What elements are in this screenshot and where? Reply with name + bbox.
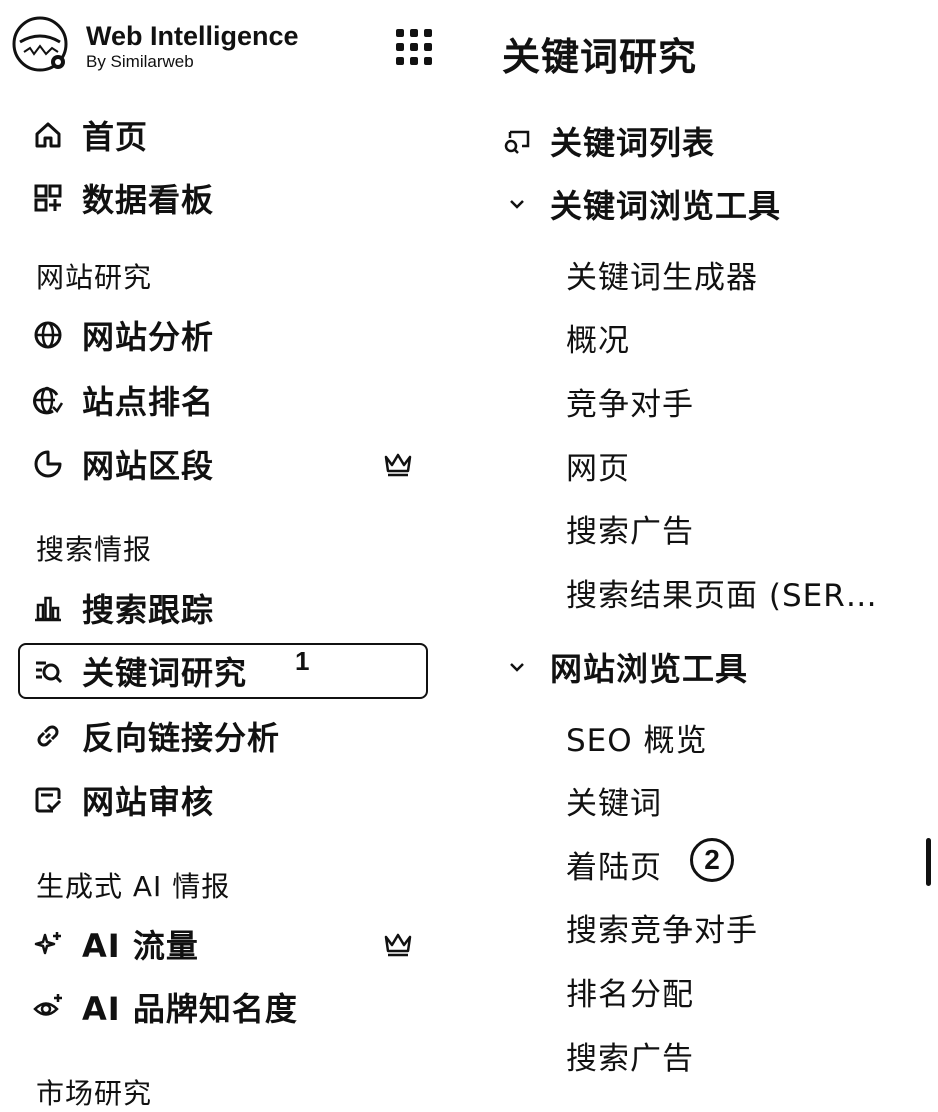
submenu-item-seo-overview[interactable]: SEO 概览 (566, 715, 708, 760)
group-label: 网站浏览工具 (550, 650, 749, 688)
submenu-item-competitors[interactable]: 竞争对手 (566, 379, 694, 424)
submenu-item-search-competitors[interactable]: 搜索竞争对手 (566, 905, 758, 950)
section-title-website-research: 网站研究 (36, 261, 153, 294)
submenu-item-search-ads-2[interactable]: 搜索广告 (566, 1033, 694, 1078)
nav-item-label: 关键词研究 (82, 654, 248, 692)
section-title-market-research: 市场研究 (36, 1077, 153, 1110)
nav-item-label: 搜索跟踪 (82, 591, 215, 629)
nav-item-label: 网站区段 (82, 447, 215, 485)
panel-title: 关键词研究 (502, 35, 698, 79)
dashboard-icon (32, 182, 64, 214)
app-switcher-icon[interactable] (396, 29, 432, 65)
sparkle-icon (32, 928, 64, 960)
annotation-badge-1: 1 (295, 646, 310, 676)
submenu-item-webpages[interactable]: 网页 (566, 443, 630, 488)
list-search-icon (502, 126, 532, 156)
nav-item-label: 反向链接分析 (82, 719, 281, 757)
submenu-item-keyword-generator[interactable]: 关键词生成器 (566, 252, 758, 297)
nav-item-dashboard[interactable]: 数据看板 (32, 175, 214, 221)
nav-item-website-analysis[interactable]: 网站分析 (32, 312, 214, 358)
annotation-badge-2: 2 (690, 838, 734, 882)
similarweb-logo (12, 16, 68, 72)
audit-icon (32, 784, 64, 816)
crown-icon (382, 451, 414, 479)
keyword-search-icon (32, 655, 64, 687)
nav-item-site-ranking[interactable]: 站点排名 (32, 377, 214, 423)
nav-item-home[interactable]: 首页 (32, 112, 148, 158)
globe-rank-icon (32, 384, 64, 416)
group-label: 关键词浏览工具 (550, 187, 782, 225)
nav-item-label: 首页 (82, 118, 149, 156)
nav-item-label: 数据看板 (82, 181, 215, 219)
section-title-generative-ai: 生成式 AI 情报 (36, 870, 231, 903)
chevron-down-icon (502, 189, 532, 219)
nav-item-label: AI 品牌知名度 (82, 990, 298, 1028)
nav-item-label: 网站分析 (82, 318, 215, 356)
nav-item-label: AI 流量 (82, 927, 199, 965)
submenu-item-search-ads[interactable]: 搜索广告 (566, 506, 694, 551)
nav-item-backlink-analysis[interactable]: 反向链接分析 (32, 713, 280, 759)
keyword-list-link[interactable]: 关键词列表 (502, 118, 715, 164)
pie-chart-icon (32, 448, 64, 480)
group-toggle-website-tools[interactable]: 网站浏览工具 (502, 644, 748, 690)
group-toggle-keyword-tools[interactable]: 关键词浏览工具 (502, 181, 781, 227)
nav-item-keyword-research[interactable]: 关键词研究 (32, 648, 247, 694)
globe-icon (32, 319, 64, 351)
link-icon (32, 720, 64, 752)
chevron-down-icon (502, 652, 532, 682)
submenu-item-keywords[interactable]: 关键词 (566, 778, 662, 823)
submenu-item-overview[interactable]: 概况 (566, 315, 630, 360)
section-title-search-intelligence: 搜索情报 (36, 533, 153, 566)
nav-item-ai-traffic[interactable]: AI 流量 (32, 921, 199, 967)
nav-item-website-segments[interactable]: 网站区段 (32, 441, 214, 487)
bar-chart-icon (32, 592, 64, 624)
submenu-item-ranking-distribution[interactable]: 排名分配 (566, 969, 694, 1014)
brand-subtitle: By Similarweb (86, 52, 194, 71)
home-icon (32, 119, 64, 151)
scrollbar[interactable] (926, 838, 931, 886)
crown-icon (382, 931, 414, 959)
brand-title: Web Intelligence (86, 21, 299, 51)
nav-item-search-tracking[interactable]: 搜索跟踪 (32, 585, 214, 631)
eye-sparkle-icon (32, 991, 64, 1023)
nav-item-site-audit[interactable]: 网站审核 (32, 777, 214, 823)
keyword-list-label: 关键词列表 (550, 124, 716, 162)
nav-item-label: 站点排名 (82, 383, 215, 421)
submenu-item-landing-pages[interactable]: 着陆页 (566, 842, 662, 887)
submenu-item-serp[interactable]: 搜索结果页面 (SER… (566, 570, 878, 615)
nav-item-ai-brand-awareness[interactable]: AI 品牌知名度 (32, 984, 298, 1030)
nav-item-label: 网站审核 (82, 783, 215, 821)
